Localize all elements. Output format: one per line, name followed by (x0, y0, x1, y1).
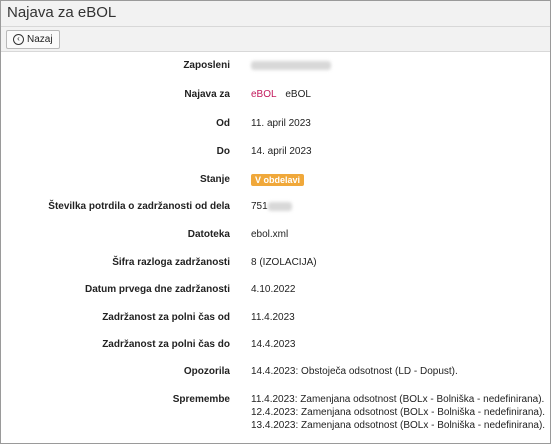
row-od: Od 11. april 2023 (1, 118, 550, 129)
sifra-label: Šifra razloga zadržanosti (112, 257, 230, 268)
back-button[interactable]: ‹ Nazaj (6, 29, 60, 49)
stevilka-text: 751 (251, 201, 268, 212)
row-opozorila: Opozorila 14.4.2023: Obstoječa odsotnost… (1, 366, 550, 377)
stanje-value: V obdelavi (241, 174, 305, 186)
spremembe-label: Spremembe (172, 394, 230, 405)
list-item: 13.4.2023: Zamenjana odsotnost (BOLx - B… (251, 420, 546, 431)
list-item: 12.4.2023: Zamenjana odsotnost (BOLx - B… (251, 407, 546, 418)
row-do: Do 14. april 2023 (1, 146, 550, 157)
row-datum: Datum prvega dne zadržanosti 4.10.2022 (1, 284, 550, 295)
row-polni-do: Zadržanost za polni čas do 14.4.2023 (1, 339, 550, 350)
do-label: Do (216, 146, 230, 157)
datoteka-label: Datoteka (187, 229, 230, 240)
row-najava: Najava za eBOL eBOL (1, 89, 550, 100)
polni-od-value: 11.4.2023 (251, 312, 295, 323)
sifra-value: 8 (IZOLACIJA) (251, 257, 317, 268)
od-label: Od (216, 118, 230, 129)
najava-label: Najava za (184, 89, 230, 100)
datum-value: 4.10.2022 (251, 284, 296, 295)
polni-do-label: Zadržanost za polni čas do (102, 339, 230, 350)
opozorila-label: Opozorila (183, 366, 230, 377)
row-datoteka: Datoteka ebol.xml (1, 229, 550, 240)
status-badge: V obdelavi (251, 174, 305, 186)
row-stevilka: Številka potrdila o zadržanosti od dela … (1, 201, 550, 212)
datoteka-value: ebol.xml (251, 229, 289, 240)
app-window: Najava za eBOL ‹ Nazaj Zaposleni Najava … (0, 0, 551, 444)
stevilka-label: Številka potrdila o zadržanosti od dela (48, 201, 230, 212)
polni-od-label: Zadržanost za polni čas od (102, 312, 230, 323)
od-value: 11. april 2023 (251, 118, 311, 129)
back-button-label: Nazaj (27, 33, 53, 45)
ebol-link[interactable]: eBOL (251, 89, 277, 100)
do-value: 14. april 2023 (251, 146, 312, 157)
row-stanje: Stanje V obdelavi (1, 174, 550, 186)
zaposleni-label: Zaposleni (183, 60, 230, 71)
opozorila-value: 14.4.2023: Obstoječa odsotnost (LD - Dop… (251, 366, 458, 377)
list-item: 11.4.2023: Zamenjana odsotnost (BOLx - B… (251, 394, 545, 405)
najava-value: eBOL eBOL (241, 89, 311, 100)
zaposleni-value (241, 60, 331, 71)
row-spremembe: Spremembe 11.4.2023: Zamenjana odsotnost… (1, 394, 550, 433)
spremembe-list: 11.4.2023: Zamenjana odsotnost (BOLx - B… (241, 394, 545, 433)
back-circle-icon: ‹ (13, 33, 24, 45)
datum-label: Datum prvega dne zadržanosti (84, 284, 230, 295)
stevilka-value: 751 (241, 201, 292, 212)
toolbar: ‹ Nazaj (1, 26, 550, 52)
row-zaposleni: Zaposleni (1, 60, 550, 71)
window-title: Najava za eBOL (1, 1, 550, 26)
najava-text: eBOL (285, 89, 311, 100)
row-sifra: Šifra razloga zadržanosti 8 (IZOLACIJA) (1, 257, 550, 268)
stanje-label: Stanje (199, 174, 230, 185)
row-polni-od: Zadržanost za polni čas od 11.4.2023 (1, 312, 550, 323)
polni-do-value: 14.4.2023 (251, 339, 296, 350)
